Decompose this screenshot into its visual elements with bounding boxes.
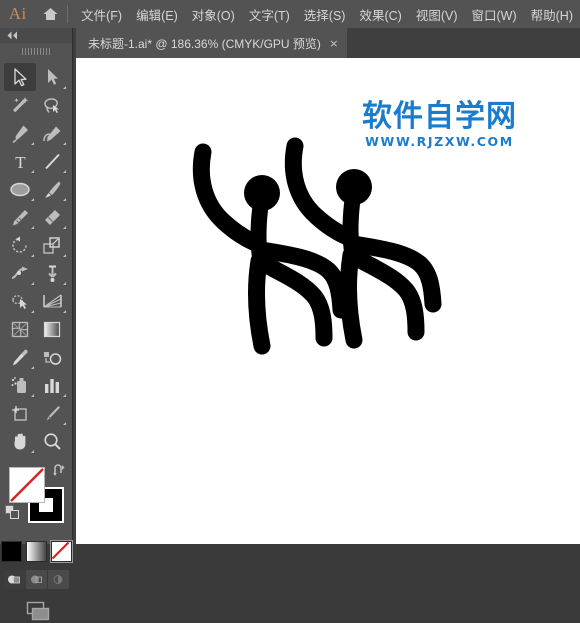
draw-behind-mode[interactable] (25, 570, 47, 589)
magic-wand-tool[interactable] (4, 91, 36, 119)
tools-panel: T (0, 28, 73, 621)
color-mode-gradient[interactable] (25, 541, 47, 562)
home-icon[interactable] (36, 6, 66, 22)
default-fill-stroke-icon[interactable] (5, 505, 20, 525)
color-mode-solid[interactable] (0, 541, 22, 562)
width-tool[interactable] (4, 259, 36, 287)
shaper-tool[interactable] (4, 203, 36, 231)
pen-tool[interactable] (4, 119, 36, 147)
curvature-tool[interactable] (36, 119, 68, 147)
perspective-grid-tool[interactable] (36, 287, 68, 315)
symbol-sprayer-tool[interactable] (4, 371, 36, 399)
document-tab[interactable]: 未标题-1.ai* @ 186.36% (CMYK/GPU 预览) × (76, 28, 347, 58)
swap-fill-stroke-icon[interactable] (52, 464, 66, 480)
watermark-url-text: WWW.RJZXW.COM (365, 133, 514, 149)
zoom-tool[interactable] (36, 427, 68, 455)
gradient-tool[interactable] (36, 315, 68, 343)
type-tool[interactable]: T (4, 147, 36, 175)
ellipse-tool[interactable] (4, 175, 36, 203)
fill-stroke-controls (0, 461, 72, 539)
panel-drag-grip[interactable] (0, 43, 72, 59)
document-tab-label: 未标题-1.ai* @ 186.36% (CMYK/GPU 预览) (88, 36, 321, 51)
menu-select[interactable]: 选择(S) (297, 1, 353, 28)
menu-view[interactable]: 视图(V) (409, 1, 465, 28)
column-graph-tool[interactable] (36, 371, 68, 399)
panel-collapse-button[interactable] (0, 28, 72, 43)
menu-object[interactable]: 对象(O) (185, 1, 242, 28)
screen-mode-button[interactable] (0, 599, 72, 623)
document-canvas[interactable]: 软件自学网 WWW.RJZXW.COM (76, 58, 580, 544)
selection-tool[interactable] (4, 63, 36, 91)
illustrator-window: Ai 文件(F) 编辑(E) 对象(O) 文字(T) 选择(S) 效果(C) 视… (0, 0, 580, 621)
menu-type[interactable]: 文字(T) (242, 1, 297, 28)
tool-grid: T (0, 59, 72, 455)
menu-divider (67, 5, 69, 23)
menu-bar: Ai 文件(F) 编辑(E) 对象(O) 文字(T) 选择(S) 效果(C) 视… (0, 0, 580, 28)
menu-file[interactable]: 文件(F) (74, 1, 129, 28)
rotate-tool[interactable] (4, 231, 36, 259)
paintbrush-tool[interactable] (36, 175, 68, 203)
free-transform-tool[interactable] (36, 259, 68, 287)
draw-normal-mode[interactable] (3, 570, 25, 589)
color-mode-row (0, 539, 73, 563)
slice-tool[interactable] (36, 399, 68, 427)
menu-help[interactable]: 帮助(H) (524, 1, 580, 28)
watermark: 软件自学网 WWW.RJZXW.COM (362, 101, 517, 149)
scale-tool[interactable] (36, 231, 68, 259)
fill-swatch[interactable] (9, 467, 45, 503)
menu-edit[interactable]: 编辑(E) (129, 1, 185, 28)
watermark-cn-text: 软件自学网 (362, 99, 517, 134)
line-segment-tool[interactable] (36, 147, 68, 175)
direct-selection-tool[interactable] (36, 63, 68, 91)
blend-tool[interactable] (36, 343, 68, 371)
draw-inside-mode[interactable] (47, 570, 69, 589)
eyedropper-tool[interactable] (4, 343, 36, 371)
menu-window[interactable]: 窗口(W) (465, 1, 524, 28)
draw-mode-row (0, 570, 72, 589)
artboard-tool[interactable] (4, 399, 36, 427)
mesh-tool[interactable] (4, 315, 36, 343)
close-icon[interactable]: × (321, 37, 347, 50)
document-tab-bar: 未标题-1.ai* @ 186.36% (CMYK/GPU 预览) × (76, 28, 580, 59)
color-mode-none[interactable] (49, 540, 73, 563)
svg-text:T: T (15, 153, 26, 171)
ai-logo: Ai (8, 4, 27, 23)
menu-effect[interactable]: 效果(C) (352, 1, 408, 28)
hand-tool[interactable] (4, 427, 36, 455)
eraser-tool[interactable] (36, 203, 68, 231)
lasso-tool[interactable] (36, 91, 68, 119)
shape-builder-tool[interactable] (4, 287, 36, 315)
